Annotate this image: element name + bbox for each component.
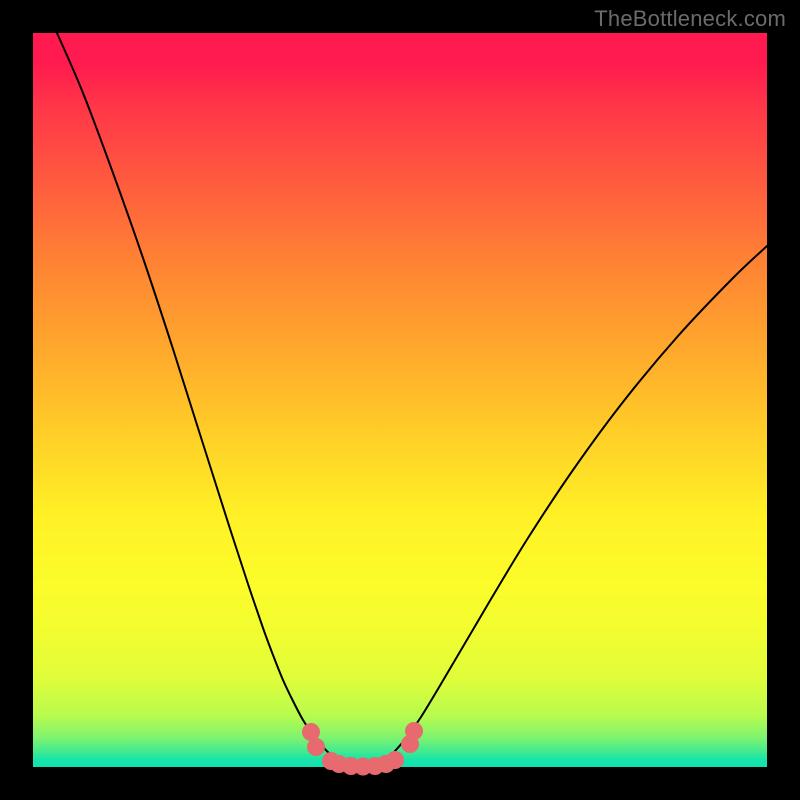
valley-dot [386, 751, 404, 769]
valley-dot [405, 722, 423, 740]
valley-dots [302, 722, 423, 776]
chart-plot-area [33, 33, 767, 767]
curve-path [57, 33, 767, 765]
bottleneck-curve [57, 33, 767, 765]
valley-dot [307, 738, 325, 756]
chart-frame: TheBottleneck.com [0, 0, 800, 800]
watermark-text: TheBottleneck.com [594, 6, 786, 32]
chart-svg [33, 33, 767, 767]
